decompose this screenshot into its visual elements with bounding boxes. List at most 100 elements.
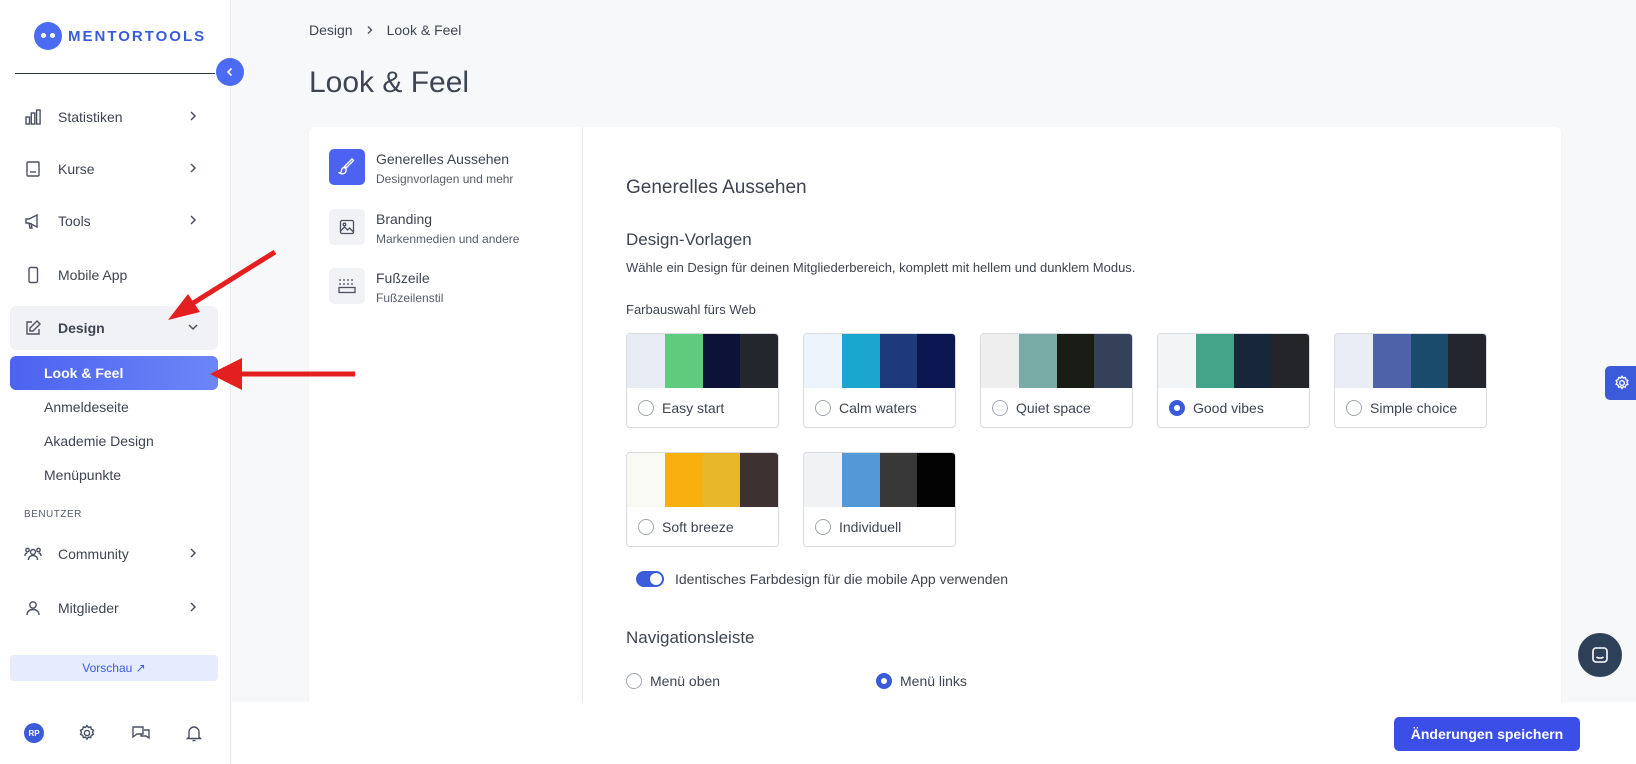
bar-chart-icon	[24, 108, 42, 126]
chat-bubbles-icon[interactable]	[131, 723, 151, 743]
color-swatch	[804, 453, 842, 507]
sidebar-item-kurse[interactable]: Kurse	[10, 147, 218, 191]
settings-side-tab[interactable]	[1605, 366, 1636, 400]
color-swatch	[981, 334, 1019, 388]
theme-swatches	[804, 334, 955, 388]
sidebar-item-mobile-app[interactable]: Mobile App	[10, 253, 218, 297]
color-swatch	[841, 334, 880, 388]
sidebar-sub-menuepunkte[interactable]: Menüpunkte	[10, 458, 218, 492]
bell-icon[interactable]	[184, 723, 204, 743]
theme-name: Simple choice	[1370, 399, 1458, 416]
sidebar-item-label: Mitglieder	[58, 600, 119, 616]
section-label-benutzer: BENUTZER	[24, 509, 82, 520]
avatar[interactable]: RP	[24, 723, 44, 743]
theme-card-calm-waters[interactable]: Calm waters	[803, 333, 956, 428]
radio-menu-links[interactable]	[876, 673, 892, 689]
breadcrumb-parent[interactable]: Design	[309, 22, 353, 38]
color-swatch	[740, 453, 778, 507]
nav-option-label: Menü links	[900, 673, 967, 689]
theme-radio[interactable]	[1169, 399, 1185, 416]
subnav-title: Branding	[376, 211, 433, 227]
color-swatch	[1448, 334, 1486, 388]
nav-option-menu-oben[interactable]: Menü oben	[626, 673, 720, 689]
sidebar: MENTORTOOLS Statistiken Kurse Tools Mobi…	[0, 0, 231, 764]
navigation-heading: Navigationsleiste	[626, 628, 755, 647]
chevron-left-icon	[226, 67, 233, 77]
radio-menu-oben[interactable]	[626, 673, 642, 689]
theme-card-easy-start[interactable]: Easy start	[626, 333, 779, 428]
gear-icon	[1615, 375, 1629, 390]
chevron-right-icon	[190, 602, 197, 612]
book-icon	[24, 160, 42, 178]
theme-radio[interactable]	[815, 399, 831, 416]
sidebar-sub-look-feel[interactable]: Look & Feel	[10, 356, 218, 390]
sidebar-sub-akademie-design[interactable]: Akademie Design	[10, 424, 218, 458]
palette-label: Farbauswahl fürs Web	[626, 302, 756, 317]
sidebar-item-tools[interactable]: Tools	[10, 199, 218, 243]
theme-name: Easy start	[662, 399, 725, 416]
chevron-right-icon	[190, 215, 197, 225]
gear-icon[interactable]	[77, 723, 97, 743]
theme-name: Soft breeze	[662, 518, 734, 535]
color-swatch	[1158, 334, 1196, 388]
sidebar-item-label: Mobile App	[58, 267, 128, 283]
theme-label-row: Simple choice	[1335, 388, 1486, 427]
theme-name: Calm waters	[839, 399, 917, 416]
theme-label-row: Soft breeze	[627, 507, 778, 546]
theme-name: Individuell	[839, 518, 902, 535]
design-templates-description: Wähle ein Design für deinen Mitgliederbe…	[626, 260, 1136, 275]
sidebar-bottom-bar: RP	[0, 718, 231, 748]
sidebar-item-community[interactable]: Community	[10, 532, 218, 576]
image-icon	[329, 209, 365, 245]
theme-swatches	[627, 334, 778, 388]
theme-radio[interactable]	[1346, 399, 1362, 416]
megaphone-icon	[24, 212, 42, 230]
color-swatch	[841, 453, 880, 507]
mobile-design-toggle-row[interactable]: Identisches Farbdesign für die mobile Ap…	[636, 571, 1008, 587]
breadcrumb: Design Look & Feel	[309, 22, 461, 38]
color-swatch	[702, 453, 741, 507]
theme-card-simple-choice[interactable]: Simple choice	[1334, 333, 1487, 428]
chevron-down-icon	[188, 324, 198, 331]
collapse-sidebar-button[interactable]	[216, 58, 244, 86]
color-swatch	[627, 453, 665, 507]
nav-option-menu-links[interactable]: Menü links	[876, 673, 967, 689]
theme-swatches	[804, 453, 955, 507]
chevron-right-icon	[367, 26, 373, 34]
theme-card-quiet-space[interactable]: Quiet space	[980, 333, 1133, 428]
theme-swatches	[981, 334, 1132, 388]
theme-label-row: Individuell	[804, 507, 955, 546]
theme-radio[interactable]	[815, 518, 831, 535]
theme-card-good-vibes[interactable]: Good vibes	[1157, 333, 1310, 428]
sidebar-divider	[15, 73, 215, 74]
breadcrumb-current: Look & Feel	[386, 22, 462, 38]
logo-icon	[34, 22, 62, 50]
theme-card-soft-breeze[interactable]: Soft breeze	[626, 452, 779, 547]
sidebar-sub-anmeldeseite[interactable]: Anmeldeseite	[10, 390, 218, 424]
save-changes-button[interactable]: Änderungen speichern	[1394, 717, 1580, 751]
theme-radio[interactable]	[638, 518, 654, 535]
mobile-design-toggle[interactable]	[636, 571, 664, 587]
sidebar-item-label: Community	[58, 546, 129, 562]
card-divider	[582, 127, 583, 707]
sidebar-item-label: Design	[58, 320, 105, 336]
preview-button[interactable]: Vorschau ↗	[10, 655, 218, 681]
color-swatch	[1372, 334, 1411, 388]
subnav-fusszeile[interactable]: Fußzeile Fußzeilenstil	[329, 268, 569, 316]
design-templates-heading: Design-Vorlagen	[626, 230, 752, 249]
logo[interactable]: MENTORTOOLS	[34, 22, 206, 50]
subnav-generelles-aussehen[interactable]: Generelles Aussehen Designvorlagen und m…	[329, 149, 569, 197]
theme-radio[interactable]	[992, 399, 1008, 416]
color-swatch	[1195, 334, 1234, 388]
theme-radio[interactable]	[638, 399, 654, 416]
color-swatch	[627, 334, 665, 388]
sidebar-item-design[interactable]: Design	[10, 306, 218, 350]
sidebar-item-label: Kurse	[58, 161, 95, 177]
sidebar-item-mitglieder[interactable]: Mitglieder	[10, 586, 218, 630]
color-swatch	[1056, 334, 1095, 388]
sidebar-item-statistiken[interactable]: Statistiken	[10, 95, 218, 139]
support-chat-button[interactable]	[1578, 633, 1622, 677]
subnav-branding[interactable]: Branding Markenmedien und andere	[329, 209, 569, 257]
color-swatch	[1271, 334, 1309, 388]
theme-card-individuell[interactable]: Individuell	[803, 452, 956, 547]
